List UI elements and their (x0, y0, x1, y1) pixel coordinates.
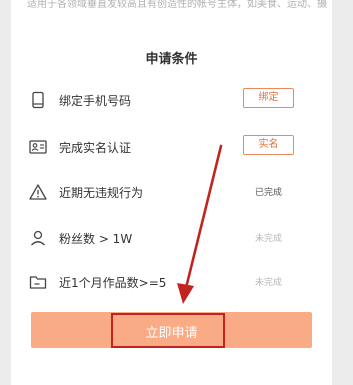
condition-row-followers: 粉丝数 > 1W 未完成 (11, 224, 332, 254)
annotation-highlight-box (111, 313, 225, 348)
condition-row-works: 近1个月作品数>=5 未完成 (11, 268, 332, 298)
condition-row-no-violation: 近期无违规行为 已完成 (11, 178, 332, 208)
bind-phone-button[interactable]: 绑定 (243, 88, 294, 108)
user-icon (29, 229, 47, 247)
status-done: 已完成 (254, 188, 282, 198)
condition-label: 近1个月作品数>=5 (59, 276, 167, 290)
folder-icon (29, 273, 47, 291)
intro-text: 适用于各领域垂直发较高且有创造性的帐号主体，如美食、运动、摄影等领域创作者 (27, 0, 327, 10)
condition-label: 粉丝数 > 1W (59, 232, 133, 246)
status-pending: 未完成 (254, 278, 282, 288)
phone-icon (29, 91, 47, 109)
id-card-icon (29, 138, 47, 156)
status-pending: 未完成 (254, 234, 282, 244)
condition-label: 绑定手机号码 (59, 94, 132, 108)
condition-label: 近期无违规行为 (59, 186, 144, 200)
warning-icon (29, 183, 47, 201)
application-card: 适用于各领域垂直发较高且有创造性的帐号主体，如美食、运动、摄影等领域创作者 申请… (11, 0, 332, 385)
condition-row-phone: 绑定手机号码 绑定 (11, 86, 332, 116)
condition-label: 完成实名认证 (59, 141, 132, 155)
realname-verify-button[interactable]: 实名 (243, 135, 294, 155)
condition-row-realname: 完成实名认证 实名 (11, 133, 332, 163)
section-title: 申请条件 (145, 52, 198, 67)
